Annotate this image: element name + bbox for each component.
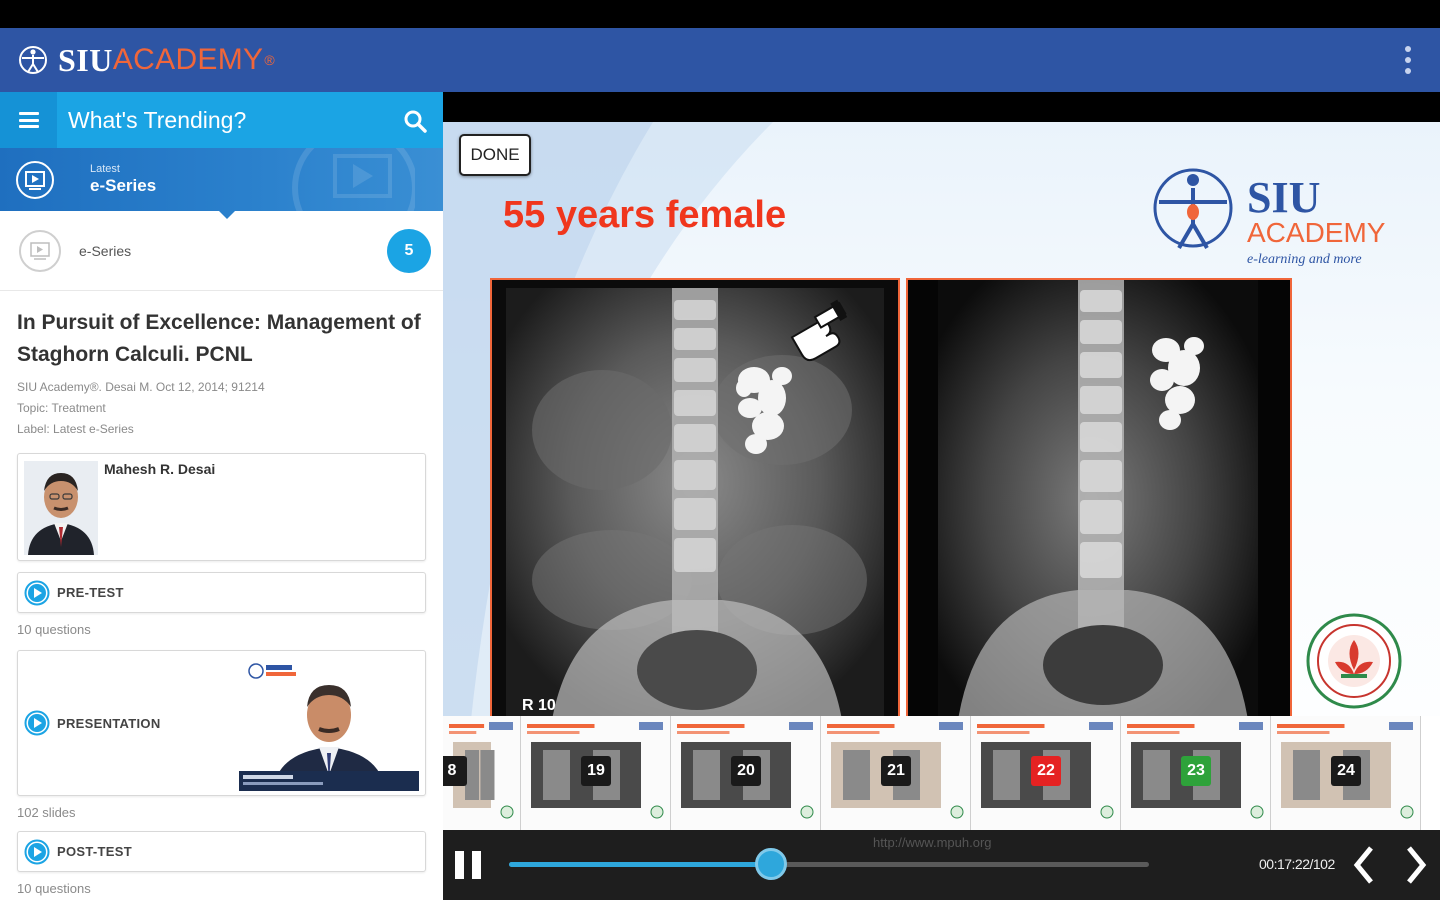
left-panel: What's Trending? Latest e-Series e-Serie…: [0, 92, 443, 900]
player-controls: http://www.mpuh.org 00:17:22/102: [443, 830, 1440, 900]
slide-number: 21: [881, 756, 911, 786]
banner-subtitle: Latest: [90, 163, 120, 175]
presentation-icon: [19, 229, 61, 272]
siu-academy-logo: SIU ACADEMY e-learning and more: [1153, 168, 1386, 267]
progress-fill: [509, 862, 772, 867]
play-circle-icon: [24, 710, 50, 736]
presentation-icon: [16, 160, 54, 199]
slide-thumbnail[interactable]: 8: [443, 716, 521, 830]
xray-image-left: R 10: [490, 278, 900, 718]
panel-header: What's Trending?: [0, 92, 443, 148]
chevron-right-icon[interactable]: [1401, 844, 1431, 886]
current-slide: 55 years female SIU ACADEMY e-learning a…: [443, 122, 1440, 810]
post-test-label: POST-TEST: [57, 844, 132, 859]
xray-image-right: [906, 278, 1292, 718]
slide-thumbnail[interactable]: 19: [521, 716, 671, 830]
society-seal-logo: [1306, 613, 1402, 709]
series-row[interactable]: e-Series 5: [0, 211, 443, 291]
author-card[interactable]: Mahesh R. Desai: [17, 453, 426, 561]
count-badge: 5: [387, 229, 431, 273]
menu-icon: [18, 112, 39, 128]
slide-thumbnail[interactable]: [1421, 716, 1440, 830]
play-circle-icon: [24, 580, 50, 605]
overflow-menu-icon[interactable]: [1404, 46, 1412, 74]
slide-number: 22: [1031, 756, 1061, 786]
pause-icon[interactable]: [455, 851, 481, 879]
slide-thumbnail-strip: 8 19 20 21 22 23 24: [443, 716, 1440, 830]
slide-number: 19: [581, 756, 611, 786]
presentation-button[interactable]: PRESENTATION: [17, 650, 426, 796]
course-meta: SIU Academy®. Desai M. Oct 12, 2014; 912…: [17, 377, 426, 440]
course-details: In Pursuit of Excellence: Management of …: [0, 291, 443, 896]
course-topic: Topic: Treatment: [17, 401, 106, 415]
pre-test-button[interactable]: PRE-TEST: [17, 572, 426, 613]
play-circle-icon: [24, 839, 50, 864]
progress-slider[interactable]: [509, 848, 1149, 880]
slide-title: 55 years female: [503, 194, 787, 236]
slide-thumbnail[interactable]: 24: [1271, 716, 1421, 830]
slide-thumbnail[interactable]: 22: [971, 716, 1121, 830]
app-bar: SIU ACADEMY ®: [0, 28, 1440, 92]
slide-number: 8: [443, 756, 467, 786]
post-test-button[interactable]: POST-TEST: [17, 831, 426, 872]
presentation-thumbnail: [239, 657, 419, 791]
xray-marker: R 10: [522, 697, 556, 714]
slide-footer-url: http://www.mpuh.org: [873, 835, 992, 850]
trending-header: What's Trending?: [57, 92, 443, 148]
presentation-label: PRESENTATION: [57, 715, 161, 731]
author-avatar: [24, 461, 98, 555]
playback-time: 00:17:22/102: [1259, 856, 1335, 872]
brand-siu: SIU: [58, 41, 113, 78]
pre-test-label: PRE-TEST: [57, 585, 124, 600]
latest-series-banner[interactable]: Latest e-Series: [0, 148, 443, 219]
slide-thumbnail[interactable]: 21: [821, 716, 971, 830]
progress-handle[interactable]: [755, 848, 788, 880]
course-byline: SIU Academy®. Desai M. Oct 12, 2014; 912…: [17, 380, 265, 394]
course-title: In Pursuit of Excellence: Management of …: [17, 311, 421, 366]
status-bar: [0, 0, 1440, 28]
logo-academy: ACADEMY: [1247, 217, 1386, 248]
slide-thumbnail[interactable]: 20: [671, 716, 821, 830]
chevron-left-icon[interactable]: [1349, 844, 1379, 886]
author-name: Mahesh R. Desai: [104, 461, 216, 477]
brand-registered: ®: [264, 52, 275, 68]
slide-number: 20: [731, 756, 761, 786]
vitruvian-man-icon: [19, 46, 47, 74]
presentation-viewer: 55 years female SIU ACADEMY e-learning a…: [443, 92, 1440, 900]
course-label: Label: Latest e-Series: [17, 422, 134, 436]
search-icon[interactable]: [403, 109, 427, 133]
banner-decoration: [292, 148, 415, 211]
banner-title: e-Series: [90, 176, 157, 195]
slide-number: 23: [1181, 756, 1211, 786]
slide-number: 24: [1331, 756, 1361, 786]
pre-test-note: 10 questions: [17, 622, 91, 637]
done-button[interactable]: DONE: [459, 134, 531, 176]
logo-tagline: e-learning and more: [1247, 252, 1362, 267]
app-logo: SIU ACADEMY ®: [18, 42, 275, 79]
panel-title: What's Trending?: [68, 106, 247, 133]
post-test-note: 10 questions: [17, 881, 91, 896]
logo-siu: SIU: [1247, 173, 1320, 222]
series-label: e-Series: [79, 242, 132, 259]
menu-button[interactable]: [0, 92, 57, 148]
presentation-note: 102 slides: [17, 805, 76, 820]
slide-thumbnail[interactable]: 23: [1121, 716, 1271, 830]
brand-academy: ACADEMY: [112, 43, 264, 76]
banner-text: Latest e-Series: [90, 163, 156, 196]
